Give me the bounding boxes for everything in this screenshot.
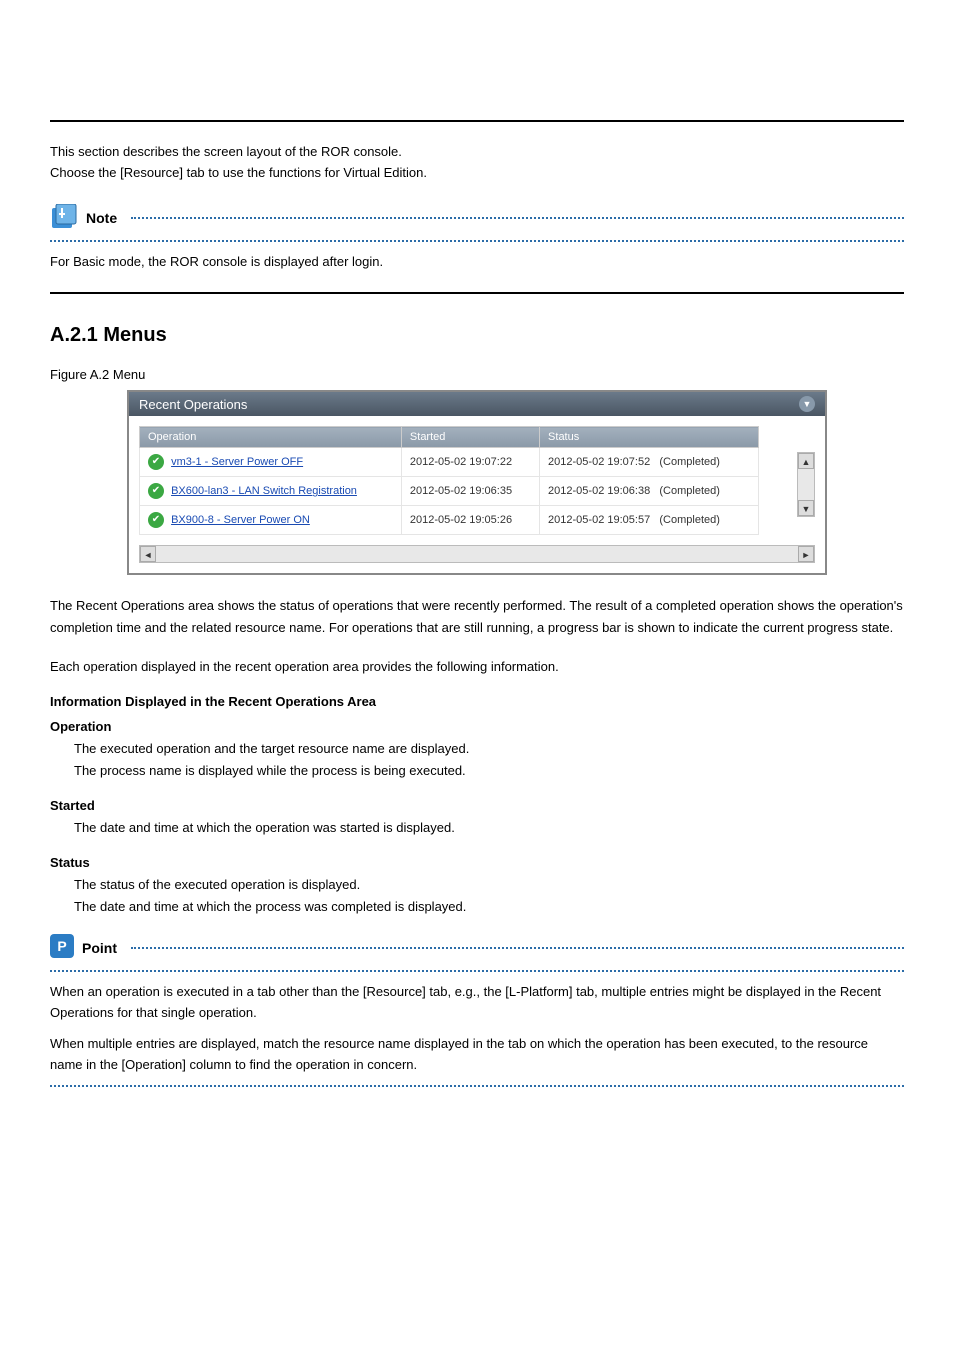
operation-desc: The executed operation and the target re… xyxy=(74,738,904,782)
point-content-2: When multiple entries are displayed, mat… xyxy=(50,1034,904,1076)
cell-started: 2012-05-02 19:07:22 xyxy=(401,448,539,477)
dotted-divider xyxy=(131,217,904,219)
info-title: Information Displayed in the Recent Oper… xyxy=(50,694,904,709)
status-desc: The status of the executed operation is … xyxy=(74,874,904,918)
operation-link[interactable]: vm3-1 - Server Power OFF xyxy=(171,456,303,468)
started-desc: The date and time at which the operation… xyxy=(74,817,904,839)
table-row: ✔ BX900-8 - Server Power ON 2012-05-02 1… xyxy=(140,506,759,535)
check-icon: ✔ xyxy=(148,483,164,499)
panel-header: Recent Operations ▼ xyxy=(129,392,825,416)
dotted-divider-full-2 xyxy=(50,970,904,972)
recent-operations-panel: Recent Operations ▼ Operation Started St… xyxy=(127,390,827,575)
table-row: ✔ vm3-1 - Server Power OFF 2012-05-02 19… xyxy=(140,448,759,477)
operation-link[interactable]: BX900-8 - Server Power ON xyxy=(171,514,310,526)
cell-status: 2012-05-02 19:05:57 (Completed) xyxy=(540,506,759,535)
point-label: Point xyxy=(82,934,117,962)
dotted-divider xyxy=(131,947,904,949)
operation-link[interactable]: BX600-lan3 - LAN Switch Registration xyxy=(171,485,357,497)
cell-started: 2012-05-02 19:05:26 xyxy=(401,506,539,535)
operations-table: Operation Started Status ✔ vm3-1 - Serve… xyxy=(139,426,759,535)
figure-caption: Figure A.2 Menu xyxy=(50,367,904,382)
subsection-title: A.2.1 Menus xyxy=(50,324,904,347)
dotted-divider-full-3 xyxy=(50,1085,904,1087)
table-row: ✔ BX600-lan3 - LAN Switch Registration 2… xyxy=(140,477,759,506)
dotted-divider-full-1 xyxy=(50,240,904,242)
note-icon xyxy=(50,204,78,232)
scroll-left-icon[interactable]: ◄ xyxy=(140,546,156,562)
scroll-down-icon[interactable]: ▼ xyxy=(798,500,814,516)
scroll-up-icon[interactable]: ▲ xyxy=(798,453,814,469)
panel-title: Recent Operations xyxy=(139,397,247,412)
collapse-icon[interactable]: ▼ xyxy=(799,396,815,412)
col-started[interactable]: Started xyxy=(401,427,539,448)
intro-para-2: Choose the [Resource] tab to use the fun… xyxy=(50,163,904,184)
scroll-right-icon[interactable]: ► xyxy=(798,546,814,562)
cell-started: 2012-05-02 19:06:35 xyxy=(401,477,539,506)
status-label: Status xyxy=(50,855,904,870)
horizontal-scrollbar[interactable]: ◄ ► xyxy=(139,545,815,563)
check-icon: ✔ xyxy=(148,454,164,470)
vertical-scrollbar[interactable]: ▲ ▼ xyxy=(797,452,815,517)
intro-para-1: This section describes the screen layout… xyxy=(50,142,904,163)
col-operation[interactable]: Operation xyxy=(140,427,402,448)
operation-label: Operation xyxy=(50,719,904,734)
body-p2: Each operation displayed in the recent o… xyxy=(50,656,904,678)
note-content: For Basic mode, the ROR console is displ… xyxy=(50,252,904,273)
cell-status: 2012-05-02 19:06:38 (Completed) xyxy=(540,477,759,506)
point-icon: P xyxy=(50,934,74,958)
started-label: Started xyxy=(50,798,904,813)
col-status[interactable]: Status xyxy=(540,427,759,448)
cell-status: 2012-05-02 19:07:52 (Completed) xyxy=(540,448,759,477)
note-label: Note xyxy=(86,204,117,232)
check-icon: ✔ xyxy=(148,512,164,528)
point-content-1: When an operation is executed in a tab o… xyxy=(50,982,904,1024)
body-p1: The Recent Operations area shows the sta… xyxy=(50,595,904,639)
